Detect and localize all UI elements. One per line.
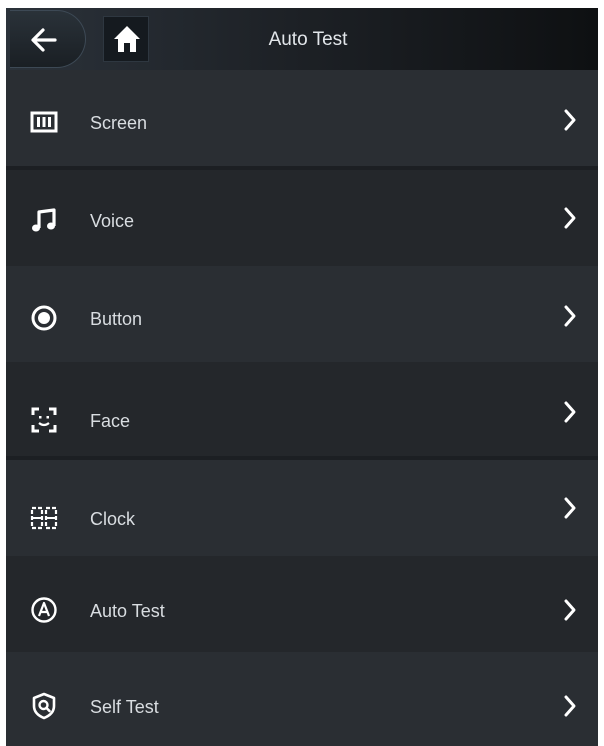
page-title: Auto Test bbox=[268, 29, 348, 50]
menu-item-face[interactable]: Face bbox=[6, 362, 598, 458]
header-bar: Auto Test bbox=[6, 8, 598, 70]
menu-item-label: Voice bbox=[90, 211, 135, 231]
auto-circle-icon bbox=[31, 597, 57, 623]
chevron-right-icon bbox=[564, 207, 576, 229]
face-scan-icon bbox=[31, 407, 57, 433]
menu-item-label: Button bbox=[90, 309, 143, 329]
chevron-right-icon bbox=[564, 305, 576, 327]
menu-item-button[interactable]: Button bbox=[6, 266, 598, 362]
chevron-right-icon bbox=[564, 695, 576, 717]
chevron-right-icon bbox=[564, 401, 576, 423]
menu-item-label: Clock bbox=[90, 509, 136, 529]
menu-item-label: Screen bbox=[90, 113, 148, 133]
menu-item-label: Self Test bbox=[90, 697, 159, 717]
menu-item-label: Auto Test bbox=[90, 601, 165, 621]
menu-item-screen[interactable]: Screen bbox=[6, 70, 598, 166]
menu-item-self-test[interactable]: Self Test bbox=[6, 652, 598, 746]
menu-item-auto-test[interactable]: Auto Test bbox=[6, 556, 598, 652]
radio-button-icon bbox=[31, 305, 57, 331]
menu-item-voice[interactable]: Voice bbox=[6, 170, 598, 266]
music-note-icon bbox=[32, 208, 56, 232]
menu-item-clock[interactable]: Clock bbox=[6, 460, 598, 556]
menu-item-label: Face bbox=[90, 411, 131, 431]
shield-search-icon bbox=[32, 692, 56, 720]
screen-icon bbox=[30, 111, 58, 133]
chevron-right-icon bbox=[564, 109, 576, 131]
digital-clock-icon bbox=[30, 506, 58, 530]
chevron-right-icon bbox=[564, 599, 576, 621]
device-screen: Auto Test Screen Voice Button Face Clock… bbox=[6, 8, 598, 746]
chevron-right-icon bbox=[564, 497, 576, 519]
